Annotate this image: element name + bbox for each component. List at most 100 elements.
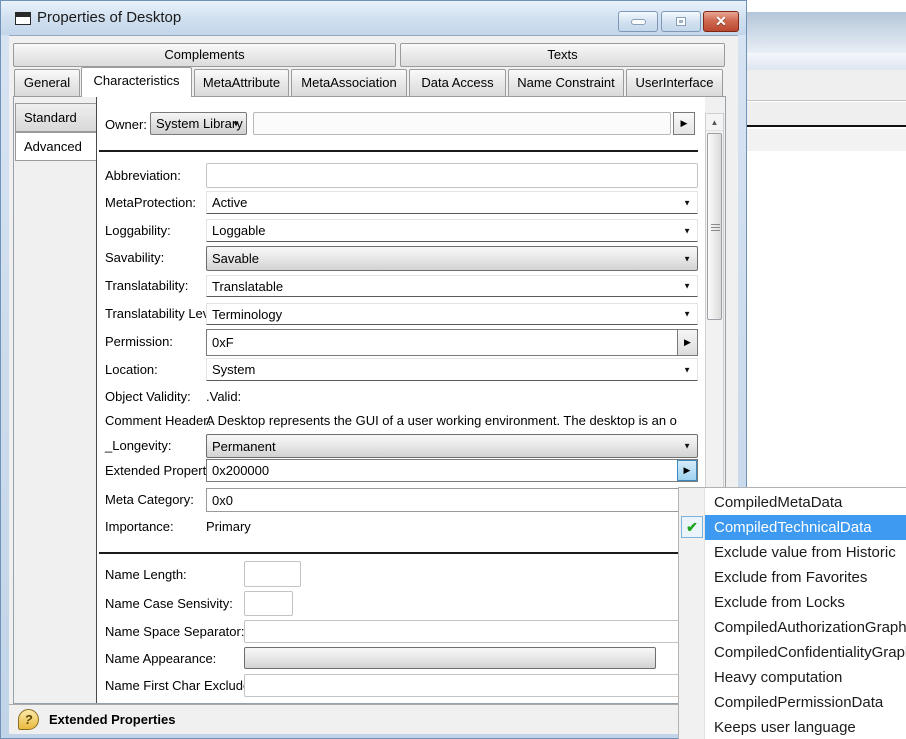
extended-properties-expand-button[interactable]: ▶ xyxy=(677,460,697,481)
name-case-sensivity-label: Name Case Sensivity: xyxy=(105,596,233,611)
scroll-up-button[interactable]: ▲ xyxy=(706,114,723,131)
chevron-down-icon: ▼ xyxy=(683,226,691,235)
chevron-down-icon: ▼ xyxy=(683,442,691,451)
tab-texts-label: Texts xyxy=(547,47,577,62)
tab-metaassociation[interactable]: MetaAssociation xyxy=(291,69,407,97)
longevity-label: _Longevity: xyxy=(105,438,172,453)
menu-item-exclude-value-from-historic[interactable]: Exclude value from Historic xyxy=(706,540,906,565)
owner-expand-button[interactable]: ▶ xyxy=(673,112,695,135)
meta-category-label: Meta Category: xyxy=(105,492,194,507)
arrow-up-icon: ▲ xyxy=(711,118,719,127)
comment-header-value: A Desktop represents the GUI of a user w… xyxy=(206,413,702,428)
properties-dialog: Properties of Desktop ✕ Complements Text… xyxy=(0,0,747,739)
metaprotection-label: MetaProtection: xyxy=(105,195,196,210)
separator xyxy=(99,150,698,152)
savability-label: Savability: xyxy=(105,250,164,265)
longevity-value: Permanent xyxy=(212,435,276,457)
sidebar-tab-standard[interactable]: Standard xyxy=(15,103,96,132)
tab-characteristics-label: Characteristics xyxy=(94,73,180,88)
chevron-down-icon: ▼ xyxy=(683,282,691,291)
location-label: Location: xyxy=(105,362,158,377)
tab-texts[interactable]: Texts xyxy=(400,43,725,67)
longevity-select[interactable]: Permanent ▼ xyxy=(206,434,698,458)
menu-item-compiledtechnicaldata[interactable]: CompiledTechnicalData xyxy=(705,515,906,540)
name-space-separator-label: Name Space Separator: xyxy=(105,624,244,639)
arrow-right-icon: ▶ xyxy=(684,337,691,348)
name-case-sensivity-input[interactable] xyxy=(244,591,293,616)
tab-general-label: General xyxy=(24,75,70,90)
scrollbar-thumb[interactable] xyxy=(707,133,722,320)
scrollbar-grip-icon xyxy=(711,224,720,232)
sidebar-tab-advanced[interactable]: Advanced xyxy=(15,132,96,161)
meta-category-field[interactable]: 0x0 xyxy=(206,488,698,512)
chevron-down-icon: ▼ xyxy=(683,365,691,374)
tab-metaattribute-label: MetaAttribute xyxy=(203,75,280,90)
chevron-down-icon: ▼ xyxy=(683,198,691,207)
metaprotection-select[interactable]: Active ▼ xyxy=(206,191,698,214)
translatability-value: Translatable xyxy=(212,276,283,296)
object-validity-label: Object Validity: xyxy=(105,389,191,404)
location-value: System xyxy=(212,359,255,380)
separator xyxy=(99,552,698,554)
name-length-label: Name Length: xyxy=(105,567,187,582)
menu-item-compiledauthorizationgraph[interactable]: CompiledAuthorizationGraph xyxy=(706,615,906,640)
tab-metaassociation-label: MetaAssociation xyxy=(301,75,396,90)
check-glyph: ✔ xyxy=(686,519,698,536)
permission-expand-button[interactable]: ▶ xyxy=(677,330,697,355)
sidebar-tab-advanced-label: Advanced xyxy=(24,139,82,154)
minimize-icon xyxy=(631,19,646,25)
tab-name-constraint[interactable]: Name Constraint xyxy=(508,69,624,97)
menu-item-exclude-from-favorites[interactable]: Exclude from Favorites xyxy=(706,565,906,590)
minimize-button[interactable] xyxy=(618,11,658,32)
owner-path-field[interactable] xyxy=(253,112,671,135)
tab-characteristics[interactable]: Characteristics xyxy=(81,67,192,97)
savability-select[interactable]: Savable ▼ xyxy=(206,246,698,271)
menu-item-heavy-computation[interactable]: Heavy computation xyxy=(706,665,906,690)
tab-complements[interactable]: Complements xyxy=(13,43,396,67)
menu-item-exclude-from-locks[interactable]: Exclude from Locks xyxy=(706,590,906,615)
close-button[interactable]: ✕ xyxy=(703,11,739,32)
name-first-char-exclude-input[interactable] xyxy=(244,674,691,697)
status-bar: ? Extended Properties xyxy=(9,704,738,734)
name-appearance-select[interactable] xyxy=(244,647,656,669)
tab-complements-label: Complements xyxy=(164,47,244,62)
characteristics-page: Standard Advanced Owner: System Library … xyxy=(13,96,726,704)
menu-item-compiledpermissiondata[interactable]: CompiledPermissionData xyxy=(706,690,906,715)
translatability-select[interactable]: Translatable ▼ xyxy=(206,275,698,297)
help-icon: ? xyxy=(18,709,39,730)
maximize-button[interactable] xyxy=(661,11,701,32)
extended-properties-menu: CompiledMetaData CompiledTechnicalData E… xyxy=(678,487,906,739)
question-mark-glyph: ? xyxy=(25,712,33,727)
location-select[interactable]: System ▼ xyxy=(206,358,698,381)
sidebar-tab-standard-label: Standard xyxy=(24,110,77,125)
comment-header-label: Comment Header: xyxy=(105,413,211,428)
tab-userinterface[interactable]: UserInterface xyxy=(626,69,723,97)
name-space-separator-input[interactable] xyxy=(244,620,691,643)
loggability-select[interactable]: Loggable ▼ xyxy=(206,219,698,242)
translatability-level-select[interactable]: Terminology ▼ xyxy=(206,303,698,325)
menu-item-keeps-user-language[interactable]: Keeps user language xyxy=(706,715,906,739)
menu-item-compiledmetadata[interactable]: CompiledMetaData xyxy=(706,490,906,515)
name-length-input[interactable] xyxy=(244,561,301,587)
title-bar[interactable]: Properties of Desktop ✕ xyxy=(1,1,746,35)
extended-properties-value: 0x200000 xyxy=(212,460,269,481)
dialog-client-area: Complements Texts General Characteristic… xyxy=(9,35,738,733)
importance-value: Primary xyxy=(206,519,251,534)
permission-field[interactable]: 0xF ▶ xyxy=(206,329,698,356)
tab-general[interactable]: General xyxy=(14,69,80,97)
owner-select-value: System Library xyxy=(156,113,243,134)
window-icon xyxy=(15,12,31,25)
permission-label: Permission: xyxy=(105,334,173,349)
background-titlebar xyxy=(747,12,906,53)
check-icon: ✔ xyxy=(681,516,703,538)
menu-item-compiledconfidentialitygraph[interactable]: CompiledConfidentialityGraph xyxy=(706,640,906,665)
tab-metaattribute[interactable]: MetaAttribute xyxy=(194,69,289,97)
extended-properties-field[interactable]: 0x200000 ▶ xyxy=(206,459,698,482)
abbreviation-input[interactable] xyxy=(206,163,698,188)
tab-data-access[interactable]: Data Access xyxy=(409,69,506,97)
background-row-band xyxy=(747,129,906,151)
background-header-band xyxy=(747,70,906,101)
background-subheader-band xyxy=(747,102,906,127)
meta-category-value: 0x0 xyxy=(212,489,233,511)
owner-select[interactable]: System Library ▼ xyxy=(150,112,247,135)
